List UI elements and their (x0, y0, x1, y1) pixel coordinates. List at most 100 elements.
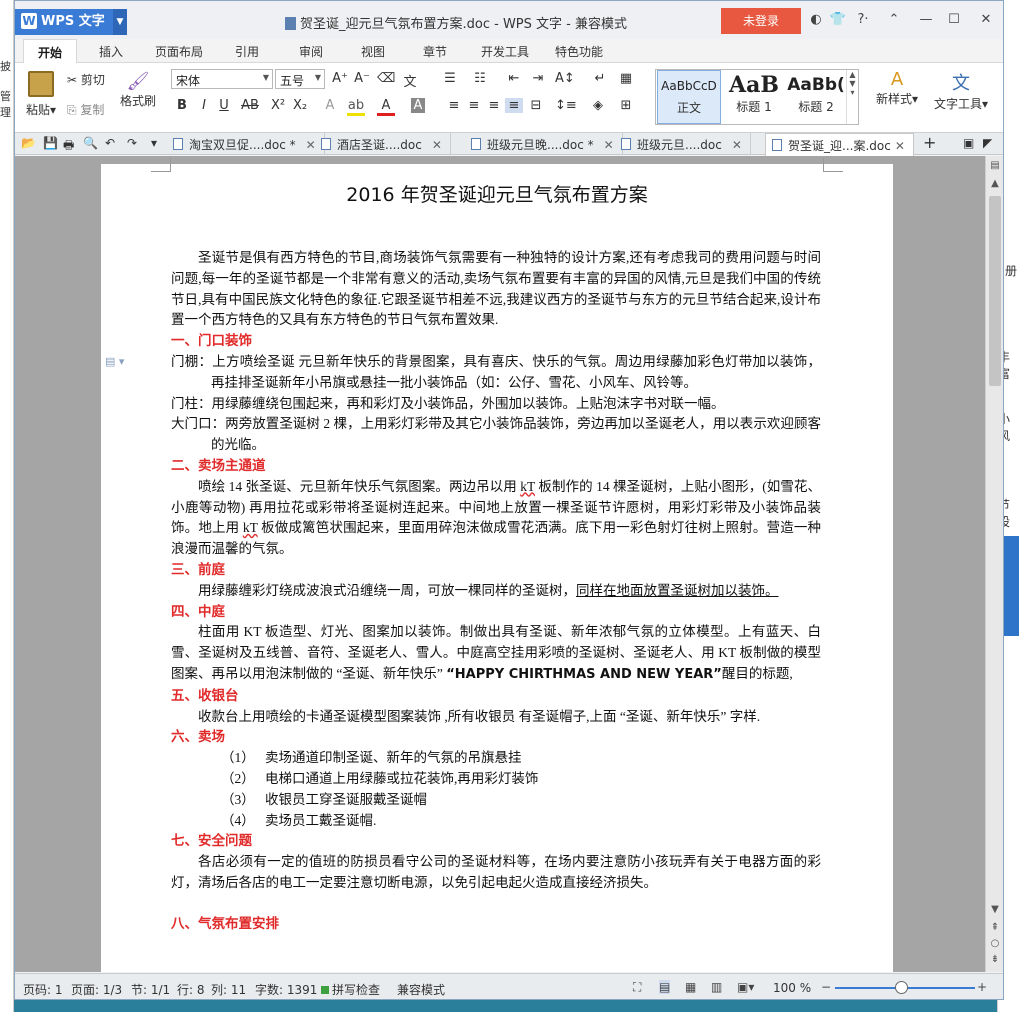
doc-tab[interactable]: 酒店圣诞....doc ✕ (315, 133, 451, 155)
tab-menu-icon[interactable]: ◤ (983, 136, 992, 150)
page-view-icon[interactable]: ▤ (659, 980, 671, 994)
text-tool-button[interactable]: 文 文字工具▾ (933, 69, 989, 112)
tab-view[interactable]: 视图 (361, 43, 385, 60)
numbering-icon[interactable]: ☷ (471, 71, 489, 86)
shading-icon[interactable]: ◈ (589, 98, 607, 113)
font-name-select[interactable]: 宋体 ▼ (171, 69, 273, 89)
next-page-icon[interactable]: ⇟ (989, 954, 1001, 965)
doc-tab-active[interactable]: 贺圣诞_迎...案.doc ✕ (765, 133, 914, 156)
phonetic-icon[interactable]: 文 (401, 71, 419, 90)
superscript-icon[interactable]: X² (269, 98, 287, 113)
browse-object-icon[interactable]: ○ (989, 938, 1001, 949)
vertical-scrollbar[interactable]: ▤ ▲ ▼ ⇞ ○ ⇟ (985, 156, 1003, 972)
redo-icon[interactable]: ↷ (127, 136, 137, 150)
highlight-icon[interactable]: ab (347, 98, 365, 116)
undo-icon[interactable]: ↶ (105, 136, 115, 150)
paragraph-menu-icon[interactable]: ▤ ▾ (105, 355, 124, 368)
align-left-icon[interactable]: ≡ (445, 98, 463, 113)
close-tab-icon[interactable]: ✕ (432, 138, 442, 152)
zoom-out-icon[interactable]: − (821, 980, 831, 994)
close-tab-icon[interactable]: ✕ (895, 139, 905, 153)
italic-icon[interactable]: I (195, 98, 213, 113)
chevron-down-icon[interactable]: ▼ (113, 9, 127, 35)
scroll-thumb[interactable] (989, 196, 1001, 386)
scroll-up-icon[interactable]: ▲ (989, 178, 1001, 189)
doc-tab[interactable]: 淘宝双旦促....doc * ✕ (167, 133, 325, 155)
doc-tab[interactable]: 班级元旦晚....doc * ✕ (465, 133, 623, 155)
tab-review[interactable]: 审阅 (299, 43, 323, 60)
prev-page-icon[interactable]: ⇞ (989, 922, 1001, 933)
subscript-icon[interactable]: X₂ (291, 98, 309, 113)
bold-icon[interactable]: B (173, 98, 191, 113)
close-tab-icon[interactable]: ✕ (604, 138, 614, 152)
scroll-down-icon[interactable]: ▼ (989, 904, 1001, 915)
skin-icon[interactable]: ◐ (807, 12, 825, 27)
char-shading-icon[interactable]: A (411, 98, 425, 113)
minimize-icon[interactable]: — (917, 12, 935, 27)
line-spacing-icon[interactable]: ↕≡ (555, 98, 577, 113)
style-gallery-scroll[interactable]: ▲ ▼ ▾ (846, 70, 858, 124)
spell-check-toggle[interactable]: 拼写检查 (321, 981, 380, 998)
web-view-icon[interactable]: ▥ (711, 980, 722, 994)
shrink-font-icon[interactable]: A⁻ (353, 71, 371, 86)
distribute-icon[interactable]: ⊟ (527, 98, 545, 113)
status-words[interactable]: 字数: 1391 (255, 981, 317, 998)
new-tab-icon[interactable]: + (923, 133, 936, 152)
show-marks-icon[interactable]: ↵ (591, 71, 609, 86)
login-button[interactable]: 未登录 (721, 8, 801, 34)
close-icon[interactable]: ✕ (977, 12, 995, 27)
outline-view-icon[interactable]: ▦ (685, 980, 696, 994)
view-options-icon[interactable]: ▣▾ (737, 980, 754, 994)
justify-icon[interactable]: ≡ (505, 98, 523, 113)
help-icon[interactable]: ?· (851, 12, 875, 27)
cut-button[interactable]: ✂ 剪切 (67, 71, 105, 88)
tab-special[interactable]: 特色功能 (555, 43, 603, 60)
new-style-button[interactable]: A 新样式▾ (871, 69, 923, 107)
zoom-slider-handle[interactable] (895, 981, 908, 994)
grow-font-icon[interactable]: A⁺ (331, 71, 349, 86)
doc-tab[interactable]: 班级元旦....doc ✕ (615, 133, 751, 155)
zoom-in-icon[interactable]: + (977, 980, 987, 994)
clear-format-icon[interactable]: ⌫ (377, 71, 395, 86)
table-icon[interactable]: ▦ (617, 71, 635, 86)
save-icon[interactable]: 💾 (43, 136, 58, 150)
style-normal[interactable]: AaBbCcD 正文 (657, 70, 721, 124)
sort-icon[interactable]: A↕ (555, 71, 575, 86)
print-icon[interactable]: 🖶 (63, 136, 74, 157)
app-menu-button[interactable]: W WPS 文字 ▼ (15, 9, 127, 35)
document-page[interactable]: 2016 年贺圣诞迎元旦气氛布置方案 ▤ ▾ 圣诞节是俱有西方特色的节目,商场装… (101, 158, 893, 972)
copy-button[interactable]: ⎘ 复制 (67, 101, 104, 118)
tab-chapter[interactable]: 章节 (423, 43, 447, 60)
tab-developer[interactable]: 开发工具 (481, 43, 529, 60)
tab-home[interactable]: 开始 (23, 39, 78, 64)
full-screen-icon[interactable]: ⛶ (633, 980, 641, 995)
paste-button[interactable]: 粘贴▾ (23, 71, 59, 118)
font-size-select[interactable]: 五号 ▼ (275, 69, 325, 89)
text-effect-icon[interactable]: A (321, 98, 339, 113)
tab-list-icon[interactable]: ▣ (963, 136, 974, 150)
shirt-icon[interactable]: 👕 (829, 12, 847, 27)
style-heading-2[interactable]: AaBb(标题 2 (784, 70, 848, 124)
borders-icon[interactable]: ⊞ (617, 98, 635, 113)
tab-insert[interactable]: 插入 (99, 43, 123, 60)
bullets-icon[interactable]: ☰ (441, 71, 459, 86)
customize-dropdown-icon[interactable]: ▾ (151, 136, 157, 150)
strikethrough-icon[interactable]: AB (241, 98, 259, 113)
collapse-ribbon-icon[interactable]: ⌃ (885, 12, 903, 27)
decrease-indent-icon[interactable]: ⇤ (505, 71, 523, 86)
align-right-icon[interactable]: ≡ (485, 98, 503, 113)
print-preview-icon[interactable]: 🔍 (83, 136, 98, 150)
align-center-icon[interactable]: ≡ (465, 98, 483, 113)
close-tab-icon[interactable]: ✕ (732, 138, 742, 152)
tab-references[interactable]: 引用 (235, 43, 259, 60)
underline-icon[interactable]: U (215, 98, 233, 113)
zoom-level[interactable]: 100 % (773, 981, 811, 995)
font-color-icon[interactable]: A (377, 98, 395, 116)
style-heading-1[interactable]: AaB 标题 1 (722, 70, 786, 124)
format-painter-button[interactable]: 🖌 格式刷 (117, 71, 159, 109)
increase-indent-icon[interactable]: ⇥ (529, 71, 547, 86)
tab-page-layout[interactable]: 页面布局 (155, 43, 203, 60)
split-icon[interactable]: ▤ (989, 160, 1001, 171)
maximize-icon[interactable]: ☐ (945, 12, 963, 27)
open-icon[interactable]: 📂 (21, 136, 36, 150)
